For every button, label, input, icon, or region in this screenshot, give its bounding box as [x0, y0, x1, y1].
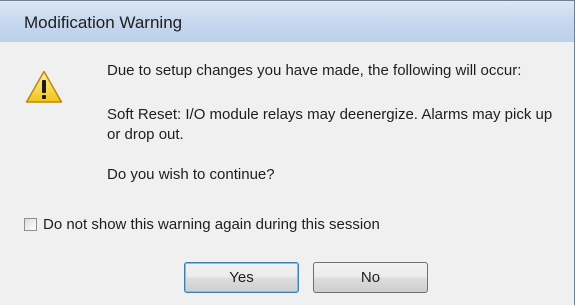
no-button[interactable]: No: [313, 262, 428, 293]
dialog-title: Modification Warning: [24, 13, 183, 32]
yes-button[interactable]: Yes: [184, 262, 299, 293]
modification-warning-dialog: Modification Warning Due to setup change…: [0, 0, 575, 305]
page: Modification Warning Due to setup change…: [0, 0, 581, 305]
dont-show-again-row[interactable]: Do not show this warning again during th…: [24, 214, 380, 234]
dont-show-again-checkbox[interactable]: [24, 217, 37, 231]
dialog-body: Due to setup changes you have made, the …: [0, 42, 574, 305]
message-line-3: Do you wish to continue?: [107, 166, 275, 183]
message-line-1: Due to setup changes you have made, the …: [107, 62, 522, 79]
message-line-2: Soft Reset: I/O module relays may deener…: [107, 106, 553, 143]
warning-icon: [25, 70, 63, 103]
title-bar[interactable]: Modification Warning: [0, 1, 574, 42]
dont-show-again-label[interactable]: Do not show this warning again during th…: [43, 216, 380, 233]
